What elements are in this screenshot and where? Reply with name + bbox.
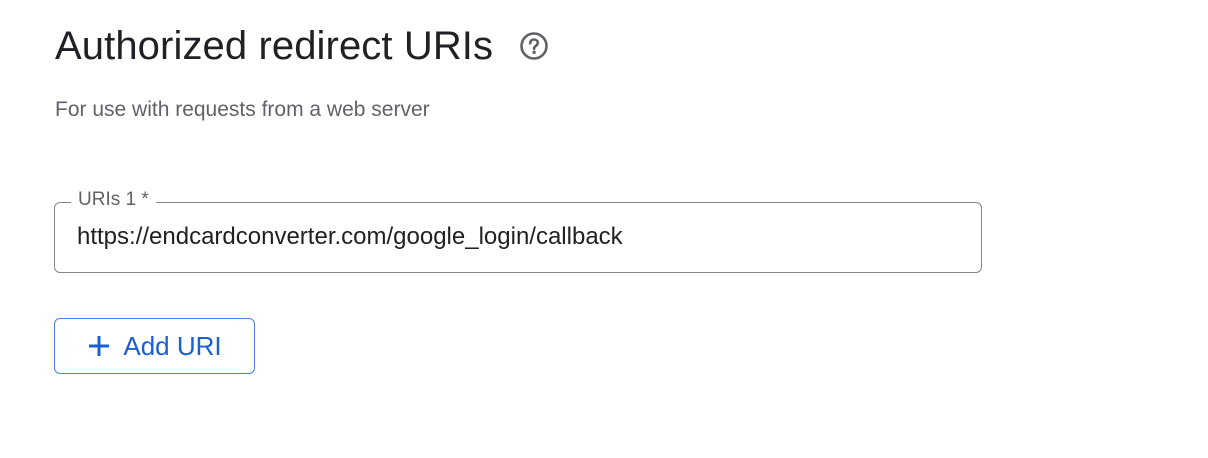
uri-field[interactable]: URIs 1 *: [54, 188, 982, 273]
uri-input[interactable]: [77, 221, 957, 253]
add-uri-button[interactable]: Add URI: [54, 318, 255, 374]
section-subtitle: For use with requests from a web server: [55, 98, 430, 121]
add-uri-button-label: Add URI: [123, 331, 222, 361]
section-title: Authorized redirect URIs: [55, 24, 494, 68]
authorized-redirect-uris-section: Authorized redirect URIs For use with re…: [0, 0, 1208, 458]
plus-icon: [87, 334, 111, 358]
help-circle-icon[interactable]: [519, 31, 549, 61]
uri-field-label: URIs 1 *: [71, 188, 156, 212]
section-header: Authorized redirect URIs: [55, 22, 549, 70]
